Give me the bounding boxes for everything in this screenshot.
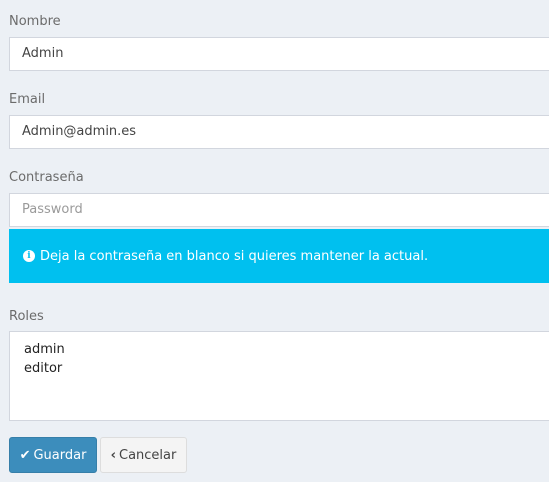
roles-multiselect[interactable]: admin editor	[9, 331, 549, 421]
email-input[interactable]: Admin@admin.es	[9, 115, 549, 149]
cancel-button-label: Cancelar	[119, 447, 177, 463]
email-label: Email	[9, 92, 46, 107]
chevron-left-icon: ‹	[110, 447, 116, 463]
name-input[interactable]: Admin	[9, 37, 549, 71]
check-icon: ✔	[19, 447, 31, 463]
cancel-button[interactable]: ‹ Cancelar	[100, 437, 187, 473]
password-hint-alert: i Deja la contraseña en blanco si quiere…	[9, 229, 549, 283]
roles-option-admin[interactable]: admin	[24, 340, 542, 359]
password-hint-text: Deja la contraseña en blanco si quieres …	[40, 248, 429, 264]
info-circle-icon: i	[23, 250, 35, 262]
save-button-label: Guardar	[33, 447, 87, 463]
password-input[interactable]: Password	[9, 193, 549, 227]
save-button[interactable]: ✔ Guardar	[9, 437, 97, 473]
roles-label: Roles	[9, 309, 44, 324]
name-label: Nombre	[9, 14, 61, 29]
password-label: Contraseña	[9, 170, 84, 185]
roles-option-editor[interactable]: editor	[24, 359, 542, 378]
